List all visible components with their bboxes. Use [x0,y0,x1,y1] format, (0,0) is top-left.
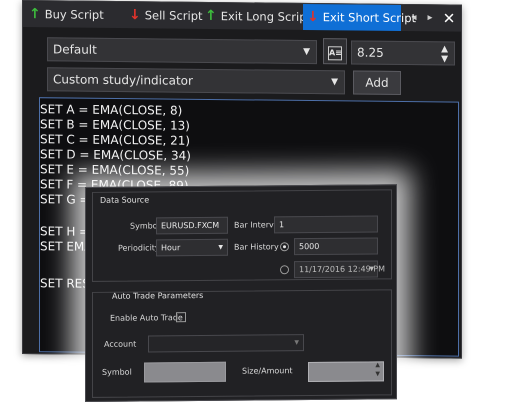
stepper-down-icon[interactable]: ▼ [375,366,380,382]
chevron-down-icon: ▼ [303,46,310,58]
tab-exit-short-script[interactable]: ↓ Exit Short Script [303,3,416,31]
scroll-tabs-left-icon[interactable]: ◂ [407,5,421,31]
scroll-tabs-right-icon[interactable]: ▸ [423,5,437,31]
tab-label: Sell Script [144,8,203,23]
periodicity-select[interactable]: Hour ▼ [156,238,228,257]
periodicity-label: Periodicity [118,243,160,253]
code-line: SET E = EMA(CLOSE, 55) [40,162,190,178]
tab-label: Buy Script [44,7,104,22]
chevron-down-icon: ▼ [218,243,223,251]
auto-trade-title: Auto Trade Parameters [112,290,204,301]
code-line: SET C = EMA(CLOSE, 21) [40,132,191,148]
arrow-up-icon: ↑ [29,6,41,23]
template-value: Default [53,42,97,57]
arrow-up-icon: ↑ [205,7,217,25]
tab-exit-long-script[interactable]: ↑ Exit Long Script [205,3,311,30]
bar-history-label: Bar History [234,242,279,252]
account-select[interactable]: ▼ [148,334,304,353]
auto-trade-symbol-label: Symbol [102,367,132,377]
date-range-radio[interactable] [280,265,289,275]
size-amount-label: Size/Amount [242,366,293,376]
study-dropdown[interactable]: Custom study/indicator ▼ [47,67,345,95]
arrow-down-icon: ↓ [307,8,319,26]
code-line: SET D = EMA(CLOSE, 34) [40,147,191,163]
template-dropdown[interactable]: Default ▼ [47,37,317,65]
enable-auto-trade-checkbox[interactable] [176,312,186,323]
tab-sell-script[interactable]: ↓ Sell Script [129,2,203,29]
text-align-icon: A≡ [328,46,342,61]
data-source-title: Data Source [100,195,150,205]
date-picker[interactable]: 11/17/2016 12:49 PM ▼ [294,260,385,279]
arrow-down-icon: ↓ [129,7,141,24]
stepper-value: 8.25 [357,45,384,60]
study-value: Custom study/indicator [53,72,193,88]
tab-label: Exit Long Script [220,9,312,25]
enable-auto-trade-label: Enable Auto Trade [110,313,183,323]
add-button[interactable]: Add [353,70,401,95]
account-label: Account [104,339,137,349]
code-line: SET A = EMA(CLOSE, 8) [40,102,183,118]
text-format-button[interactable]: A≡ [323,38,347,65]
periodicity-value: Hour [161,243,181,253]
bar-history-input[interactable]: 5000 [294,237,378,256]
settings-dialog: Data Source Symbol EURUSD.FXCM Bar Inter… [85,184,397,402]
close-icon[interactable]: ✕ [441,5,457,31]
code-line: SET B = EMA(CLOSE, 13) [40,117,190,133]
chevron-down-icon: ▼ [331,77,338,88]
bar-interval-input[interactable]: 1 [274,215,378,234]
size-amount-stepper[interactable]: ▲ ▼ [308,361,384,383]
chevron-down-icon: ▼ [294,339,299,347]
tab-label: Exit Short Script [322,10,417,26]
symbol-input[interactable]: EURUSD.FXCM [156,216,228,235]
tab-buy-script[interactable]: ↑ Buy Script [29,1,104,28]
script-tab-bar: ↑ Buy Script ↓ Sell Script ↑ Exit Long Scri… [23,1,461,32]
auto-trade-symbol-input[interactable] [144,361,226,383]
bar-history-radio[interactable] [280,242,289,252]
bar-value-stepper[interactable]: 8.25 ▲ ▼ [351,40,455,66]
chevron-down-icon: ▼ [369,265,374,273]
stepper-down-icon[interactable]: ▼ [441,48,448,70]
